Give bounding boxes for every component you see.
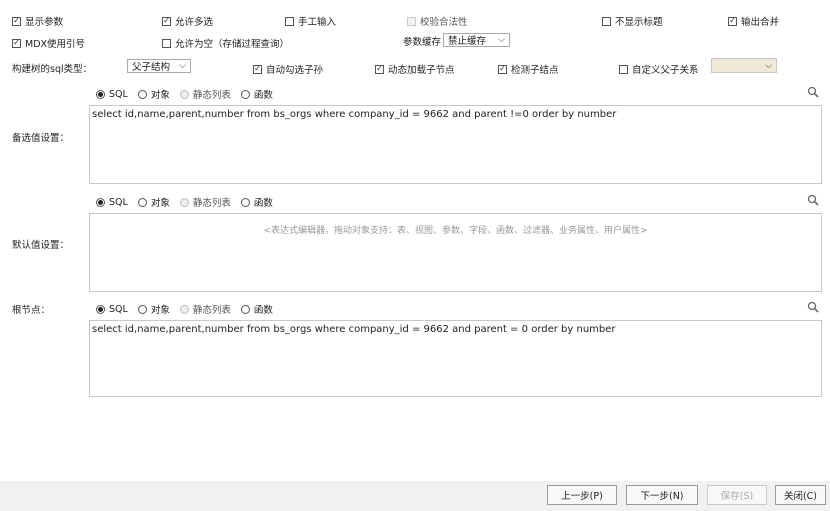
checkbox-check-icon: ✓ xyxy=(375,64,384,74)
auto-check-children-label: 自动勾选子孙 xyxy=(266,65,324,76)
radio-object-label: 对象 xyxy=(150,198,170,209)
checkbox-empty-icon xyxy=(602,16,611,26)
custom-relation-select[interactable]: ⌵ xyxy=(711,58,777,73)
radio-function[interactable] xyxy=(240,304,250,314)
root-node-sql-editor[interactable]: select id,name,parent,number from bs_org… xyxy=(89,320,822,397)
output-merge-checkbox[interactable]: ✓ 输出合并 xyxy=(728,14,779,28)
radio-function-label: 函数 xyxy=(253,305,273,316)
dialog-footer xyxy=(0,481,830,511)
allow-multi-checkbox[interactable]: ✓ 允许多选 xyxy=(162,14,213,28)
checkbox-empty-icon xyxy=(285,16,294,26)
checkbox-empty-icon xyxy=(619,64,628,74)
root-node-label: 根节点： xyxy=(12,305,51,316)
checkbox-check-icon: ✓ xyxy=(728,16,737,26)
checkbox-check-icon: ✓ xyxy=(498,64,507,74)
radio-static-list-label: 静态列表 xyxy=(192,90,231,101)
tree-sql-type-select[interactable]: 父子结构 ⌵ xyxy=(127,59,191,73)
checkbox-empty-icon xyxy=(162,38,171,48)
radio-function[interactable] xyxy=(240,89,250,99)
root-source-radios: SQL 对象 静态列表 函数 xyxy=(96,302,279,316)
allow-empty-checkbox[interactable]: 允许为空（存储过程查询） xyxy=(162,36,289,50)
chevron-down-icon: ⌵ xyxy=(765,60,772,71)
radio-object-label: 对象 xyxy=(150,90,170,101)
candidate-sql-text: select id,name,parent,number from bs_org… xyxy=(92,109,617,120)
tree-sql-type-label: 构建树的sql类型： xyxy=(12,64,93,75)
auto-check-children-checkbox[interactable]: ✓ 自动勾选子孙 xyxy=(253,62,323,76)
search-icon[interactable] xyxy=(807,301,819,313)
validate-label: 校验合法性 xyxy=(420,17,468,28)
radio-static-list xyxy=(179,89,189,99)
tree-sql-type-value: 父子结构 xyxy=(132,62,171,73)
radio-object[interactable] xyxy=(137,304,147,314)
editor-placeholder: <表达式编辑器，拖动对象支持：表、视图、参数、字段、函数、过滤器、业务属性、用户… xyxy=(263,226,648,236)
radio-sql-label: SQL xyxy=(109,88,128,100)
radio-object-label: 对象 xyxy=(150,305,170,316)
checkbox-check-icon: ✓ xyxy=(253,64,262,74)
save-button: 保存(S) xyxy=(707,485,767,505)
show-params-checkbox[interactable]: ✓ 显示参数 xyxy=(12,14,63,28)
radio-sql[interactable] xyxy=(96,197,105,207)
radio-sql-label: SQL xyxy=(109,303,128,315)
param-cache-value: 禁止缓存 xyxy=(448,36,487,47)
candidate-sql-editor[interactable]: select id,name,parent,number from bs_org… xyxy=(89,105,822,184)
manual-input-checkbox[interactable]: 手工输入 xyxy=(285,14,336,28)
radio-static-list-label: 静态列表 xyxy=(192,198,231,209)
allow-empty-label: 允许为空（存储过程查询） xyxy=(175,39,290,50)
manual-input-label: 手工输入 xyxy=(298,17,337,28)
dynamic-load-label: 动态加载子节点 xyxy=(388,65,455,76)
search-icon[interactable] xyxy=(807,194,819,206)
radio-object[interactable] xyxy=(137,89,147,99)
chevron-down-icon: ⌵ xyxy=(179,61,186,71)
default-value-editor[interactable]: <表达式编辑器，拖动对象支持：表、视图、参数、字段、函数、过滤器、业务属性、用户… xyxy=(89,213,822,292)
root-node-sql-text: select id,name,parent,number from bs_org… xyxy=(92,324,616,335)
dynamic-load-checkbox[interactable]: ✓ 动态加载子节点 xyxy=(375,62,455,76)
validate-checkbox: 校验合法性 xyxy=(407,14,468,28)
candidate-label: 备选值设置： xyxy=(12,133,70,144)
default-value-label: 默认值设置： xyxy=(12,240,70,251)
output-merge-label: 输出合并 xyxy=(741,17,780,28)
checkbox-check-icon: ✓ xyxy=(12,16,21,26)
close-button[interactable]: 关闭(C) xyxy=(775,485,826,505)
detect-child-label: 检测子结点 xyxy=(511,65,559,76)
radio-static-list-label: 静态列表 xyxy=(192,305,231,316)
checkbox-disabled-icon xyxy=(407,16,416,26)
hide-title-checkbox[interactable]: 不显示标题 xyxy=(602,14,663,28)
radio-static-list xyxy=(179,197,189,207)
hide-title-label: 不显示标题 xyxy=(615,17,663,28)
default-source-radios: SQL 对象 静态列表 函数 xyxy=(96,195,279,209)
custom-relation-checkbox[interactable]: 自定义父子关系 xyxy=(619,62,699,76)
allow-multi-label: 允许多选 xyxy=(175,17,214,28)
chevron-down-icon: ⌵ xyxy=(498,35,505,45)
show-params-label: 显示参数 xyxy=(25,17,64,28)
radio-object[interactable] xyxy=(137,197,147,207)
radio-function-label: 函数 xyxy=(253,90,273,101)
mdx-quote-label: MDX使用引号 xyxy=(25,39,86,50)
checkbox-check-icon: ✓ xyxy=(162,16,171,26)
search-icon[interactable] xyxy=(807,86,819,98)
radio-sql[interactable] xyxy=(96,89,105,99)
radio-sql-label: SQL xyxy=(109,196,128,208)
candidate-source-radios: SQL 对象 静态列表 函数 xyxy=(96,87,279,101)
checkbox-check-icon: ✓ xyxy=(12,38,21,48)
mdx-quote-checkbox[interactable]: ✓ MDX使用引号 xyxy=(12,36,85,50)
custom-relation-label: 自定义父子关系 xyxy=(632,65,699,76)
radio-function[interactable] xyxy=(240,197,250,207)
detect-child-checkbox[interactable]: ✓ 检测子结点 xyxy=(498,62,559,76)
next-button[interactable]: 下一步(N) xyxy=(626,485,698,505)
param-cache-select[interactable]: 禁止缓存 ⌵ xyxy=(443,33,510,47)
radio-function-label: 函数 xyxy=(253,198,273,209)
param-cache-label: 参数缓存 xyxy=(403,37,442,48)
prev-button[interactable]: 上一步(P) xyxy=(547,485,617,505)
radio-static-list xyxy=(179,304,189,314)
radio-sql[interactable] xyxy=(96,304,105,314)
